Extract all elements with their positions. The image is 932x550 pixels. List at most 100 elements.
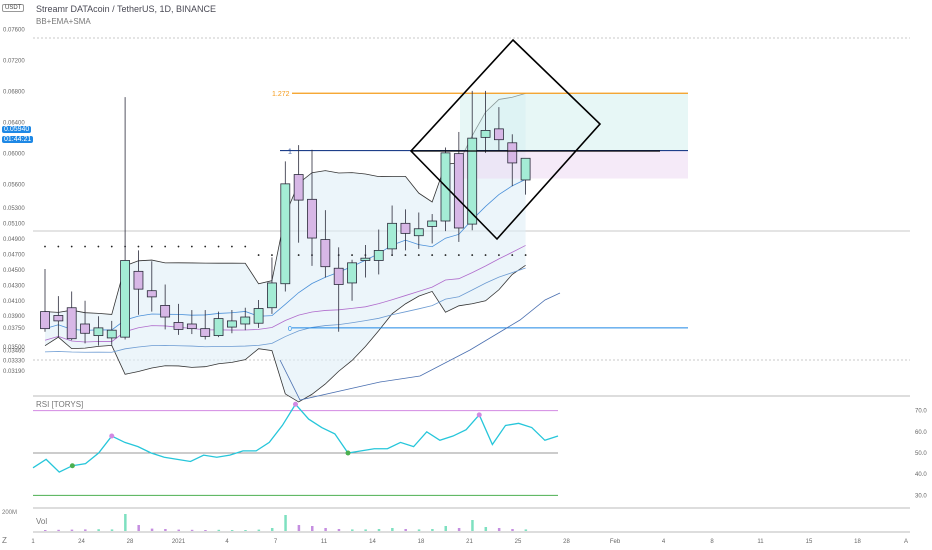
price-tick-label: 0.04900 bbox=[3, 237, 25, 243]
volume-tick: 200M bbox=[2, 510, 18, 516]
price-tick-label: 0.05100 bbox=[3, 221, 25, 227]
candle-body bbox=[226, 320, 237, 328]
rsi-tick-label: 40.0 bbox=[915, 472, 927, 478]
rsi-signal-dot bbox=[345, 450, 351, 456]
dotted-level bbox=[97, 245, 100, 248]
fib-label: 0 bbox=[288, 326, 292, 333]
time-tick-label: Feb bbox=[610, 539, 621, 545]
candle-body bbox=[160, 305, 171, 318]
dotted-level bbox=[484, 254, 487, 256]
volume-bar bbox=[391, 528, 394, 531]
volume-bar bbox=[57, 529, 60, 531]
dotted-level bbox=[177, 245, 180, 248]
chart-canvas: 1.27210 0.076000.072000.068000.064000.06… bbox=[0, 0, 932, 550]
dotted-level bbox=[164, 245, 167, 248]
candle-body bbox=[373, 250, 384, 261]
rsi-signal-dot bbox=[109, 433, 115, 439]
time-tick-label: 25 bbox=[515, 539, 522, 545]
volume-bar bbox=[404, 529, 407, 531]
volume-bar bbox=[204, 530, 207, 531]
rsi-signal-dot bbox=[476, 412, 482, 418]
candle-body bbox=[133, 270, 144, 290]
fib-label: 1.272 bbox=[272, 91, 290, 98]
rsi-signal-dot bbox=[69, 463, 75, 469]
dotted-level bbox=[511, 254, 514, 256]
candle-body bbox=[453, 153, 464, 229]
volume-bar bbox=[297, 525, 301, 531]
price-tick-label: 0.04700 bbox=[3, 252, 25, 258]
dotted-level bbox=[257, 254, 260, 256]
time-tick-label: 28 bbox=[563, 539, 570, 545]
rsi-tick-label: 70.0 bbox=[915, 409, 927, 415]
rsi-tick-label: 30.0 bbox=[915, 493, 927, 499]
time-tick-label: 15 bbox=[806, 539, 813, 545]
fib-zone-lower bbox=[460, 150, 688, 179]
dotted-level bbox=[271, 254, 273, 256]
volume-bar bbox=[110, 529, 114, 531]
volume-bar bbox=[471, 520, 474, 531]
price-tick-label: 0.06800 bbox=[3, 90, 25, 96]
price-tick-label: 0.03750 bbox=[3, 326, 25, 332]
time-tick-label: 11 bbox=[757, 539, 764, 545]
candle-body bbox=[80, 323, 90, 334]
dotted-level bbox=[498, 254, 500, 256]
volume-bar bbox=[270, 528, 274, 531]
candle-body bbox=[280, 183, 291, 285]
candle-body bbox=[493, 128, 504, 141]
candle-body bbox=[106, 329, 117, 339]
candle-body bbox=[120, 260, 130, 338]
bottom-left-letter: Z bbox=[2, 536, 7, 545]
volume-bar bbox=[457, 528, 461, 531]
dotted-level bbox=[351, 254, 353, 256]
candle-body bbox=[253, 308, 264, 324]
dotted-level bbox=[231, 245, 233, 248]
rsi-label: RSI [TORYS] bbox=[36, 400, 84, 409]
time-tick-label: 2021 bbox=[172, 539, 186, 545]
dotted-level bbox=[57, 245, 60, 248]
price-tick-label: 0.03900 bbox=[3, 314, 25, 320]
price-tick-label: 0.04100 bbox=[3, 299, 25, 305]
candle-body bbox=[53, 315, 64, 322]
candle-body bbox=[347, 262, 357, 284]
candle-body bbox=[307, 198, 317, 239]
time-tick-label: 28 bbox=[127, 539, 134, 545]
fib-zone-upper bbox=[460, 93, 688, 151]
dotted-level bbox=[217, 245, 220, 248]
price-tick-label: 0.06000 bbox=[3, 152, 25, 158]
time-tick-label: A bbox=[904, 539, 908, 545]
candle-body bbox=[400, 222, 411, 234]
countdown-tag: 01:44:21 bbox=[2, 136, 34, 143]
volume-bar bbox=[417, 529, 421, 531]
candle-body bbox=[520, 157, 531, 181]
dotted-level bbox=[457, 254, 460, 256]
volume-bar bbox=[70, 529, 74, 531]
dotted-level bbox=[297, 254, 300, 256]
currency-tag: USDT bbox=[2, 4, 25, 12]
rsi-tick-label: 60.0 bbox=[915, 430, 927, 436]
volume-bar bbox=[217, 529, 221, 531]
volume-bar bbox=[84, 529, 87, 531]
dotted-level bbox=[44, 245, 46, 248]
dotted-level bbox=[70, 245, 73, 248]
dotted-level bbox=[190, 245, 193, 248]
volume-bar bbox=[444, 526, 447, 531]
volume-bar bbox=[364, 529, 367, 531]
price-tick-label: 0.07600 bbox=[3, 28, 25, 34]
fib-label: 1 bbox=[288, 149, 292, 156]
time-tick-label: 11 bbox=[321, 539, 328, 545]
candle-body bbox=[427, 220, 438, 227]
dotted-level bbox=[150, 245, 153, 248]
volume-bar bbox=[137, 525, 140, 531]
price-tick-label: 0.05600 bbox=[3, 183, 25, 189]
candle-body bbox=[213, 318, 224, 337]
candle-body bbox=[360, 257, 371, 261]
volume-bar bbox=[244, 530, 247, 531]
volume-bar bbox=[431, 529, 434, 531]
price-tick-label: 0.05300 bbox=[3, 206, 25, 212]
volume-bar bbox=[177, 529, 180, 531]
volume-bar bbox=[97, 529, 100, 531]
dotted-level bbox=[444, 254, 447, 256]
candle-body bbox=[93, 327, 104, 337]
volume-bar bbox=[337, 529, 341, 531]
candle-body bbox=[333, 267, 344, 285]
